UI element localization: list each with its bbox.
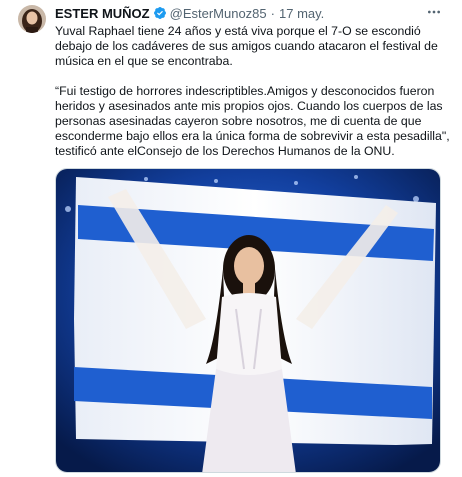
separator-dot: · [270, 5, 275, 21]
author-handle[interactable]: @EsterMunoz85 [170, 6, 267, 21]
avatar-image [18, 5, 46, 33]
avatar[interactable] [18, 5, 46, 33]
tweet-paragraph-2: “Fui testigo de horrores indescriptibles… [55, 84, 450, 158]
tweet-card[interactable]: ESTER MUÑOZ @EsterMunoz85 · 17 may. Yuva… [0, 0, 462, 477]
tweet-text: Yuval Raphael tiene 24 años y está viva … [55, 24, 450, 159]
tweet-paragraph-1: Yuval Raphael tiene 24 años y está viva … [55, 24, 438, 68]
timestamp[interactable]: 17 may. [279, 6, 324, 21]
photo-woman-holding-flag [56, 169, 440, 472]
more-options-button[interactable] [424, 4, 444, 20]
tweet-media-photo[interactable] [55, 168, 441, 473]
more-horizontal-icon [428, 10, 440, 14]
verified-badge-icon [153, 6, 167, 20]
tweet-header: ESTER MUÑOZ @EsterMunoz85 · 17 may. [55, 3, 432, 23]
author-name[interactable]: ESTER MUÑOZ [55, 6, 150, 21]
